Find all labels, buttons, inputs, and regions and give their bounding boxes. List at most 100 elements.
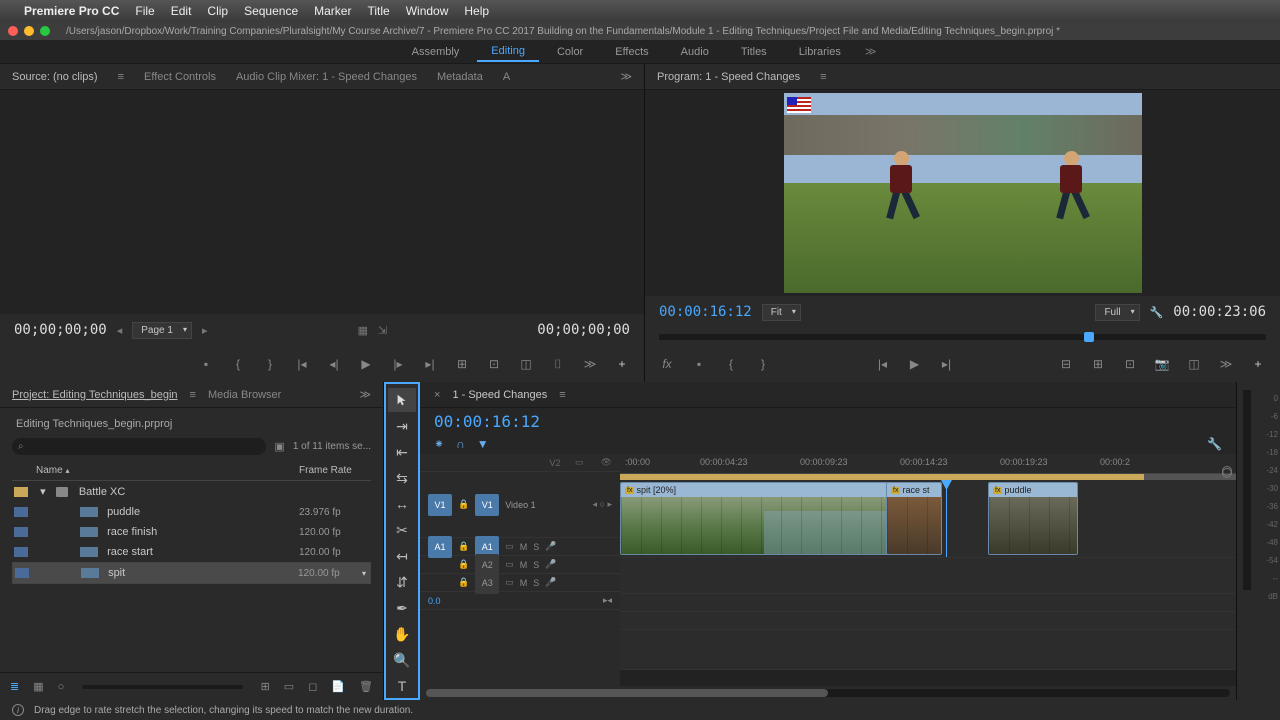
menu-sequence[interactable]: Sequence [244,4,298,18]
more-icon[interactable]: ≫ [582,356,598,372]
slide-tool-icon[interactable]: ⇵ [388,570,416,594]
tab-media-browser[interactable]: Media Browser [208,389,281,401]
insert-icon[interactable]: ⊞ [454,356,470,372]
clip-row-selected[interactable]: spit120.00 fp [12,562,371,584]
menu-window[interactable]: Window [406,4,449,18]
bin-row[interactable]: ▾ Battle XC [12,481,371,502]
menu-clip[interactable]: Clip [207,4,228,18]
solo-btn[interactable]: S [533,560,539,570]
program-scrubber[interactable] [645,328,1280,346]
track-area[interactable]: :00:00 00:00:04:23 00:00:09:23 00:00:14:… [620,454,1236,686]
marker-icon[interactable]: ▪ [691,356,707,372]
sync-lock-icon[interactable]: ▭ [505,541,514,552]
eye-icon[interactable]: 👁 [601,457,612,468]
safe-margins-icon[interactable]: ▦ [358,324,368,337]
menu-file[interactable]: File [135,4,154,18]
lock-icon[interactable]: 🔒 [458,577,469,588]
linked-sel-icon[interactable]: ∩ [456,437,465,451]
program-preview[interactable] [645,90,1280,296]
timeline-tc[interactable]: 00:00:16:12 [434,412,540,431]
wrench-icon[interactable]: 🔧 [1207,437,1222,451]
ws-titles[interactable]: Titles [727,43,781,61]
lift-icon[interactable]: ⊟ [1058,356,1074,372]
mute-btn[interactable]: M [520,578,528,588]
goto-out-icon[interactable]: ▸| [422,356,438,372]
new-bin-icon[interactable]: ◻ [308,680,317,693]
menu-edit[interactable]: Edit [171,4,192,18]
compare-icon[interactable]: ◫ [1186,356,1202,372]
tab-source[interactable]: Source: (no clips) [12,71,98,83]
more-icon[interactable]: ≫ [1218,356,1234,372]
in-point-icon[interactable]: { [230,356,246,372]
clip-race-start[interactable]: fxrace st [886,482,942,555]
marker-icon[interactable]: ▪ [198,356,214,372]
selection-tool-icon[interactable] [388,388,416,412]
master-vol[interactable]: 0.0 [428,596,441,606]
track-select-tool-icon[interactable]: ⇥ [388,414,416,438]
extract-icon[interactable]: ⊞ [1090,356,1106,372]
close-window-button[interactable] [8,26,18,36]
auto-seq-icon[interactable]: ⊞ [261,680,270,693]
snapshot-icon[interactable]: 📷 [1154,356,1170,372]
tab-audio-mixer[interactable]: Audio Clip Mixer: 1 - Speed Changes [236,71,417,83]
clip-row[interactable]: puddle23.976 fp [12,502,371,522]
col-framerate[interactable]: Frame Rate [299,465,369,476]
time-ruler[interactable]: :00:00 00:00:04:23 00:00:09:23 00:00:14:… [620,454,1236,474]
fx-icon[interactable]: fx [659,356,675,372]
overlay-icon[interactable]: ⇲ [378,324,387,337]
snap-icon[interactable]: ⁕ [434,437,444,451]
ws-assembly[interactable]: Assembly [398,43,474,61]
tab-program[interactable]: Program: 1 - Speed Changes [657,71,800,83]
ws-effects[interactable]: Effects [601,43,662,61]
sequence-tab[interactable]: 1 - Speed Changes [452,389,547,401]
source-tc-in[interactable]: 00;00;00;00 [14,322,107,338]
clip-row[interactable]: race start120.00 fp [12,542,371,562]
v1-source-btn[interactable]: V1 [428,494,452,516]
play-icon[interactable]: ▶ [358,356,374,372]
source-overflow-icon[interactable]: ≫ [620,70,632,83]
sync-lock-icon[interactable]: ▭ [505,559,514,570]
zoom-window-button[interactable] [40,26,50,36]
out-point-icon[interactable]: } [262,356,278,372]
col-name[interactable]: Name ▴ [14,465,299,476]
rolling-edit-tool-icon[interactable]: ⇆ [388,466,416,490]
menu-marker[interactable]: Marker [314,4,351,18]
tab-a[interactable]: A [503,71,510,83]
project-overflow-icon[interactable]: ≫ [359,388,371,401]
ws-libraries[interactable]: Libraries [785,43,855,61]
filter-bin-icon[interactable]: ▣ [274,440,284,453]
out-point-icon[interactable]: } [755,356,771,372]
clip-puddle[interactable]: fxpuddle [988,482,1078,555]
rate-stretch-tool-icon[interactable]: ↔ [388,492,416,516]
export-frame-icon[interactable]: ◫ [518,356,534,372]
icon-view-icon[interactable]: ▦ [33,680,43,693]
mic-icon[interactable]: 🎤 [545,577,556,588]
lock-icon[interactable]: 🔒 [458,541,469,552]
tab-metadata[interactable]: Metadata [437,71,483,83]
hand-tool-icon[interactable]: ✋ [388,622,416,646]
ws-editing[interactable]: Editing [477,42,539,62]
menu-title[interactable]: Title [367,4,389,18]
in-point-icon[interactable]: { [723,356,739,372]
add-button-icon[interactable]: + [614,356,630,372]
trash-icon[interactable]: 🗑 [359,680,373,693]
minimize-window-button[interactable] [24,26,34,36]
type-tool-icon[interactable]: T [388,674,416,698]
source-page-select[interactable]: Page 1 [132,322,192,339]
collapse-icon[interactable]: ▸◂ [603,595,612,606]
mic-icon[interactable]: 🎤 [545,541,556,552]
play-icon[interactable]: ▶ [907,356,923,372]
camera-icon[interactable]: ⌷ [550,356,566,372]
ws-audio[interactable]: Audio [667,43,723,61]
goto-in-icon[interactable]: |◂ [875,356,891,372]
step-back-icon[interactable]: ◂| [326,356,342,372]
menu-help[interactable]: Help [464,4,489,18]
settings-wrench-icon[interactable]: 🔧 [1150,306,1164,319]
new-item-icon[interactable]: 📄 [331,680,345,693]
clip-row[interactable]: race finish120.00 fp [12,522,371,542]
timeline-zoom-scroll[interactable] [420,686,1236,700]
goto-out-icon[interactable]: ▸| [939,356,955,372]
a3-target-btn[interactable]: A3 [475,572,499,594]
tab-effect-controls[interactable]: Effect Controls [144,71,216,83]
tab-project[interactable]: Project: Editing Techniques_begin [12,389,178,401]
